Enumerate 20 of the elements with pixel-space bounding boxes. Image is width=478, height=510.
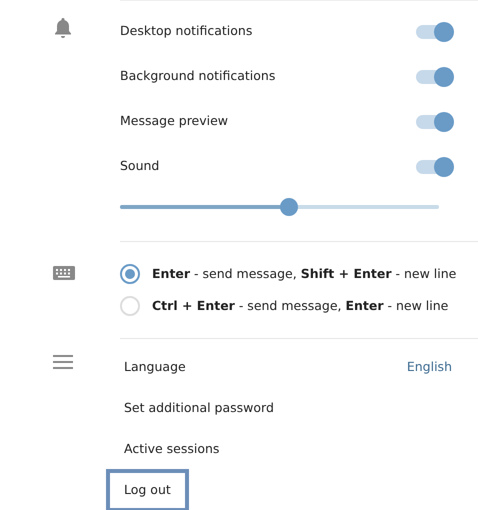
language-value[interactable]: English <box>406 358 452 377</box>
toggle-switch[interactable] <box>416 70 452 84</box>
menu-item[interactable]: Language <box>106 346 204 389</box>
setting-label: Sound <box>120 157 160 176</box>
slider-thumb[interactable] <box>280 198 298 216</box>
keyboard-icon <box>53 266 75 280</box>
bell-icon <box>53 17 73 39</box>
menu-item[interactable]: Set additional password <box>106 387 292 430</box>
setting-label: Message preview <box>120 112 228 130</box>
option-label: Enter - send message, Shift + Enter - new line <box>152 264 456 283</box>
menu-item[interactable]: Log out <box>106 469 189 510</box>
toggle-switch[interactable] <box>416 114 452 128</box>
toggle-switch[interactable] <box>416 24 452 38</box>
toggle-switch[interactable] <box>416 160 452 174</box>
radio-button[interactable] <box>120 264 140 284</box>
menu-icon <box>53 355 73 369</box>
option-label: Ctrl + Enter - send message, Enter - new line <box>152 296 448 315</box>
setting-label: Background notifications <box>120 67 276 86</box>
menu-item[interactable]: Active sessions <box>106 428 238 471</box>
setting-label: Desktop notifications <box>120 22 252 40</box>
